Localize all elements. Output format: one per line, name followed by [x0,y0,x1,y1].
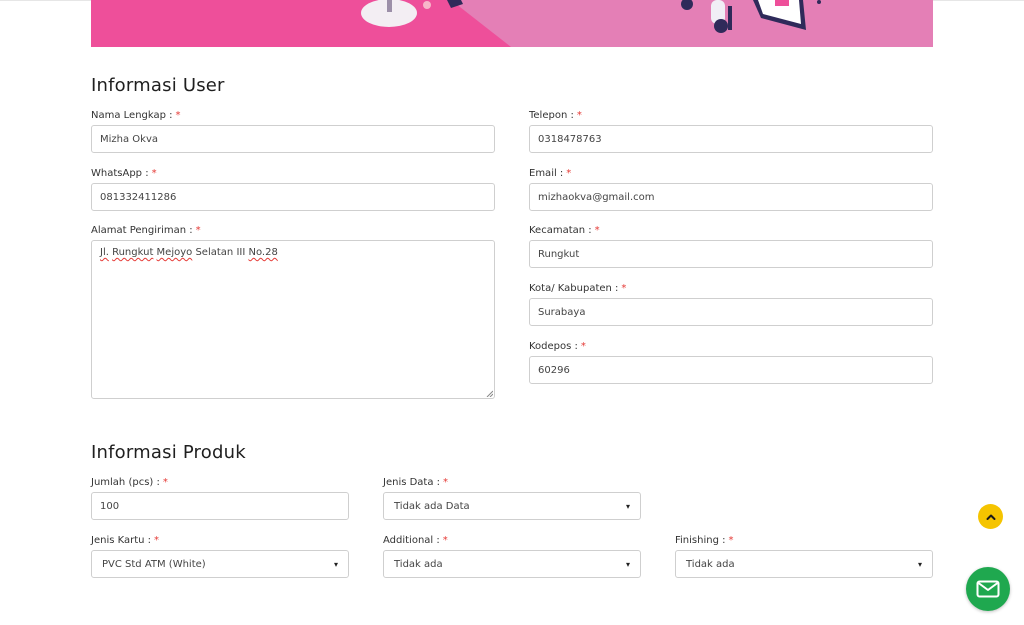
jenis-data-selected: Tidak ada Data [394,500,470,512]
label-finishing: Finishing : * [675,535,733,546]
required-mark: * [151,168,157,179]
label-telepon-text: Telepon : [529,110,574,121]
finishing-selected: Tidak ada [686,558,735,570]
chevron-up-icon [986,514,995,520]
whatsapp-input[interactable]: 081332411286 [91,183,495,211]
label-jenis-data: Jenis Data : * [383,477,448,488]
banner-illustration [91,0,933,47]
required-mark: * [576,110,582,121]
scroll-to-top-button[interactable] [978,504,1003,529]
label-jenis-kartu: Jenis Kartu : * [91,535,159,546]
alamat-word: Jl. [100,247,109,258]
alamat-word: III [236,247,246,258]
required-mark: * [580,341,586,352]
chevron-down-icon: ▾ [625,559,630,569]
nama-input[interactable]: Mizha Okva [91,125,495,153]
label-finishing-text: Finishing : [675,535,726,546]
label-jumlah-text: Jumlah (pcs) : [91,477,160,488]
kecamatan-input[interactable]: Rungkut [529,240,933,268]
label-additional: Additional : * [383,535,448,546]
alamat-word: No.28 [248,247,278,258]
alamat-word: Rungkut [112,247,154,258]
label-telepon: Telepon : * [529,110,582,121]
required-mark: * [162,477,168,488]
section-title-produk: Informasi Produk [91,442,246,463]
resize-handle-icon[interactable] [485,389,493,397]
label-kecamatan-text: Kecamatan : [529,225,592,236]
label-kodepos: Kodepos : * [529,341,586,352]
label-whatsapp: WhatsApp : * [91,168,157,179]
alamat-word: Selatan [195,247,234,258]
chevron-down-icon: ▾ [625,501,630,511]
alamat-textarea[interactable]: Jl. Rungkut Mejoyo Selatan III No.28 [91,240,495,399]
finishing-select[interactable]: Tidak ada ▾ [675,550,933,578]
additional-select[interactable]: Tidak ada ▾ [383,550,641,578]
label-jumlah: Jumlah (pcs) : * [91,477,168,488]
label-kota-text: Kota/ Kabupaten : [529,283,619,294]
label-alamat: Alamat Pengiriman : * [91,225,201,236]
kota-input[interactable]: Surabaya [529,298,933,326]
label-jenis-data-text: Jenis Data : [383,477,441,488]
chevron-down-icon: ▾ [333,559,338,569]
required-mark: * [566,168,572,179]
required-mark: * [175,110,181,121]
label-additional-text: Additional : [383,535,440,546]
required-mark: * [154,535,160,546]
jenis-kartu-select[interactable]: PVC Std ATM (White) ▾ [91,550,349,578]
chevron-down-icon: ▾ [917,559,922,569]
jumlah-input[interactable]: 100 [91,492,349,520]
contact-mail-button[interactable] [966,567,1010,611]
required-mark: * [594,225,600,236]
required-mark: * [728,535,734,546]
label-kodepos-text: Kodepos : [529,341,578,352]
required-mark: * [195,225,201,236]
label-kota: Kota/ Kabupaten : * [529,283,626,294]
required-mark: * [442,535,448,546]
required-mark: * [621,283,627,294]
alamat-word: Mejoyo [156,247,193,258]
section-title-user: Informasi User [91,75,225,96]
telepon-input[interactable]: 0318478763 [529,125,933,153]
label-alamat-text: Alamat Pengiriman : [91,225,193,236]
kodepos-input[interactable]: 60296 [529,356,933,384]
email-input[interactable]: mizhaokva@gmail.com [529,183,933,211]
mail-icon [976,580,1000,598]
label-email-text: Email : [529,168,564,179]
jenis-data-select[interactable]: Tidak ada Data ▾ [383,492,641,520]
label-email: Email : * [529,168,571,179]
required-mark: * [443,477,449,488]
label-nama: Nama Lengkap : * [91,110,181,121]
label-whatsapp-text: WhatsApp : [91,168,149,179]
additional-selected: Tidak ada [394,558,443,570]
label-nama-text: Nama Lengkap : [91,110,173,121]
label-jenis-kartu-text: Jenis Kartu : [91,535,152,546]
label-kecamatan: Kecamatan : * [529,225,600,236]
jenis-kartu-selected: PVC Std ATM (White) [102,558,206,570]
